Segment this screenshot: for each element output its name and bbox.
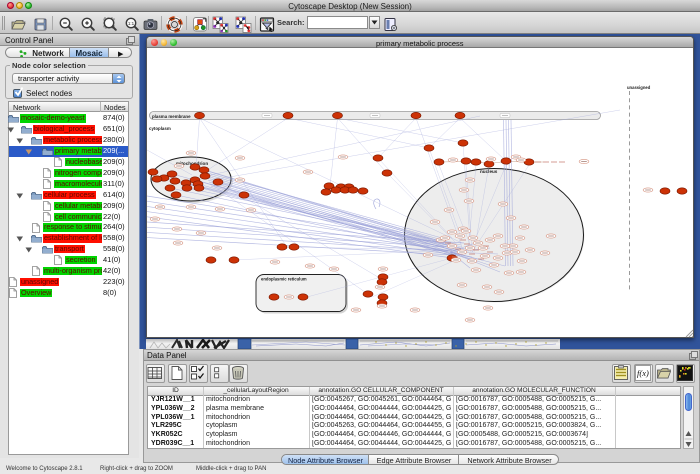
svg-text:f(x): f(x) — [637, 368, 649, 378]
svg-text:nucleus: nucleus — [480, 169, 498, 174]
svg-text:1:1: 1:1 — [128, 21, 135, 26]
svg-text:endoplasmic reticulum: endoplasmic reticulum — [261, 277, 307, 282]
svg-text:cytoplasm: cytoplasm — [149, 126, 171, 131]
svg-text:unassigned: unassigned — [627, 85, 651, 90]
svg-text:plasma membrane: plasma membrane — [152, 114, 191, 119]
